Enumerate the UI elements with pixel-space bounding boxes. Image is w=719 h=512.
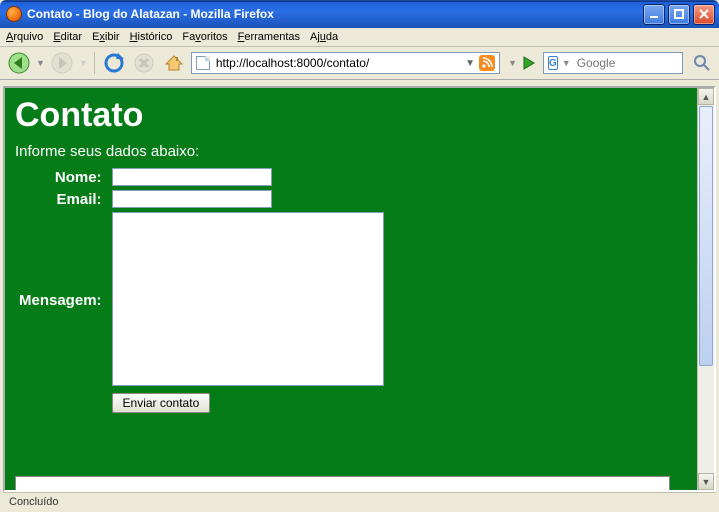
- status-bar: Concluído: [3, 492, 716, 510]
- stop-button[interactable]: [131, 50, 157, 76]
- window-titlebar: Contato - Blog do Alatazan - Mozilla Fir…: [0, 0, 719, 28]
- contact-form: Nome: Email: Mensagem: Enviar contato: [15, 166, 388, 415]
- firefox-icon: [6, 6, 22, 22]
- maximize-button[interactable]: [668, 4, 690, 25]
- scroll-track[interactable]: [698, 367, 714, 473]
- toolbar-separator: [94, 52, 95, 74]
- menubar: Arquivo Editar Exibir Histórico Favorito…: [0, 28, 719, 47]
- search-box[interactable]: G ▼: [543, 52, 683, 74]
- navigation-toolbar: ▼ ▼ ▼ ▼ G ▼: [0, 47, 719, 80]
- forward-history-dropdown-icon: ▼: [79, 58, 88, 68]
- scroll-thumb[interactable]: [699, 106, 713, 366]
- page-title: Contato: [15, 96, 687, 135]
- input-email[interactable]: [112, 190, 272, 208]
- label-mensagem: Mensagem:: [15, 210, 108, 391]
- menu-ferramentas[interactable]: Ferramentas: [238, 31, 300, 43]
- back-history-dropdown-icon[interactable]: ▼: [36, 58, 45, 68]
- url-bar[interactable]: ▼: [191, 52, 500, 74]
- back-button[interactable]: [6, 50, 32, 76]
- menu-historico[interactable]: Histórico: [130, 31, 173, 43]
- home-button[interactable]: [161, 50, 187, 76]
- close-button[interactable]: [693, 4, 715, 25]
- url-input[interactable]: [214, 55, 461, 71]
- vertical-scrollbar[interactable]: ▲ ▼: [697, 88, 714, 490]
- scroll-up-button[interactable]: ▲: [698, 88, 714, 105]
- url-dropdown-icon[interactable]: ▼: [465, 58, 475, 69]
- label-nome: Nome:: [15, 166, 108, 188]
- forward-button[interactable]: [49, 50, 75, 76]
- menu-arquivo[interactable]: Arquivo: [6, 31, 43, 43]
- google-icon: G: [548, 56, 558, 70]
- menu-editar[interactable]: Editar: [53, 31, 82, 43]
- input-nome[interactable]: [112, 168, 272, 186]
- page-icon: [196, 56, 210, 70]
- scroll-down-button[interactable]: ▼: [698, 473, 714, 490]
- page-content: Contato Informe seus dados abaixo: Nome:…: [5, 88, 697, 490]
- browser-viewport: Contato Informe seus dados abaixo: Nome:…: [3, 86, 716, 492]
- minimize-button[interactable]: [643, 4, 665, 25]
- reload-button[interactable]: [101, 50, 127, 76]
- menu-ajuda[interactable]: Ajuda: [310, 31, 338, 43]
- menu-favoritos[interactable]: Favoritos: [182, 31, 227, 43]
- rss-icon[interactable]: [479, 55, 495, 71]
- status-text: Concluído: [9, 496, 59, 508]
- search-button[interactable]: [691, 52, 713, 74]
- bottom-panel: [15, 476, 670, 490]
- search-engine-dropdown-icon[interactable]: ▼: [562, 58, 571, 68]
- window-title: Contato - Blog do Alatazan - Mozilla Fir…: [27, 7, 640, 21]
- menu-exibir[interactable]: Exibir: [92, 31, 120, 43]
- textarea-mensagem[interactable]: [112, 212, 384, 386]
- go-button[interactable]: [519, 53, 539, 73]
- label-email: Email:: [15, 188, 108, 210]
- go-dropdown-icon[interactable]: ▼: [508, 58, 517, 68]
- submit-button[interactable]: Enviar contato: [112, 393, 211, 413]
- page-lead: Informe seus dados abaixo:: [15, 143, 687, 160]
